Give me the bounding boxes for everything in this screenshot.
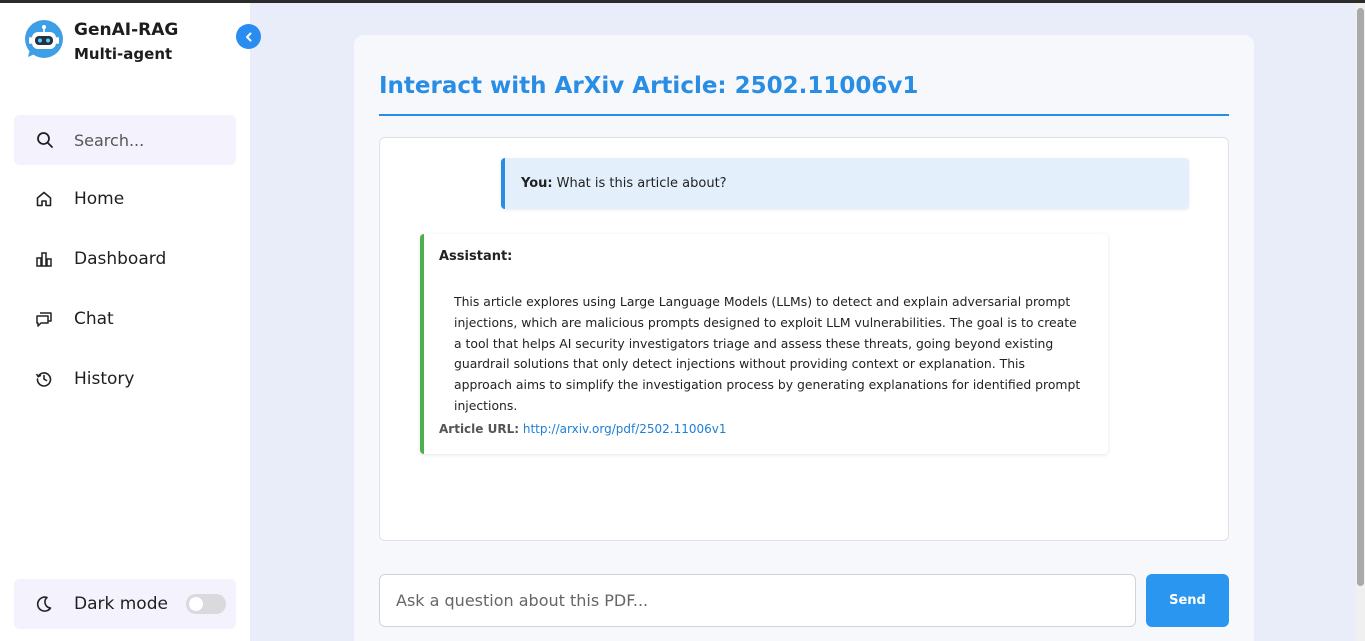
robot-logo-icon [25, 20, 63, 58]
chat-window[interactable]: You: What is this article about? Assista… [379, 137, 1229, 541]
assistant-message: Assistant: This article explores using L… [420, 234, 1108, 454]
sidebar: GenAI-RAG Multi-agent Home Dashboard [0, 3, 250, 641]
search-input[interactable] [74, 130, 224, 150]
article-url-row: Article URL: http://arxiv.org/pdf/2502.1… [439, 422, 727, 436]
user-message: You: What is this article about? [501, 158, 1189, 209]
brand: GenAI-RAG Multi-agent [24, 19, 178, 65]
user-message-text: What is this article about? [556, 176, 727, 191]
moon-icon [36, 596, 52, 612]
toggle-knob [189, 597, 203, 611]
sidebar-item-label: History [74, 369, 135, 389]
sidebar-item-home[interactable]: Home [14, 177, 236, 221]
article-url-label: Article URL: [439, 422, 520, 436]
sidebar-item-chat[interactable]: Chat [14, 297, 236, 341]
send-button[interactable]: Send [1146, 574, 1229, 627]
scrollbar-thumb[interactable] [1357, 8, 1364, 586]
sidebar-item-history[interactable]: History [14, 357, 236, 401]
sidebar-item-label: Dashboard [74, 249, 167, 269]
assistant-message-text: This article explores using Large Langua… [454, 294, 1081, 413]
bar-chart-icon [34, 249, 54, 269]
dark-mode-label: Dark mode [74, 594, 168, 614]
collapse-sidebar-button[interactable] [236, 24, 261, 49]
dark-mode-toggle[interactable] [186, 594, 226, 614]
history-icon [34, 369, 54, 389]
page-title: Interact with ArXiv Article: 2502.11006v… [379, 73, 919, 99]
main-card: Interact with ArXiv Article: 2502.11006v… [354, 35, 1254, 641]
page-scrollbar[interactable] [1356, 3, 1365, 641]
home-icon [34, 189, 54, 209]
sidebar-item-label: Home [74, 189, 125, 209]
chevron-left-icon [245, 32, 251, 41]
sidebar-item-label: Chat [74, 309, 114, 329]
chat-icon [34, 309, 54, 329]
user-speaker-label: You: [521, 176, 553, 191]
assistant-speaker-label: Assistant: [439, 249, 513, 264]
search-box[interactable] [14, 115, 236, 165]
article-url-link[interactable]: http://arxiv.org/pdf/2502.11006v1 [523, 422, 727, 436]
title-divider [379, 114, 1229, 116]
dark-mode-row: Dark mode [14, 579, 236, 629]
search-icon [37, 132, 53, 148]
sidebar-item-dashboard[interactable]: Dashboard [14, 237, 236, 281]
question-input[interactable] [379, 574, 1136, 627]
brand-name: GenAI-RAG [74, 20, 179, 40]
brand-subtitle: Multi-agent [74, 45, 173, 63]
